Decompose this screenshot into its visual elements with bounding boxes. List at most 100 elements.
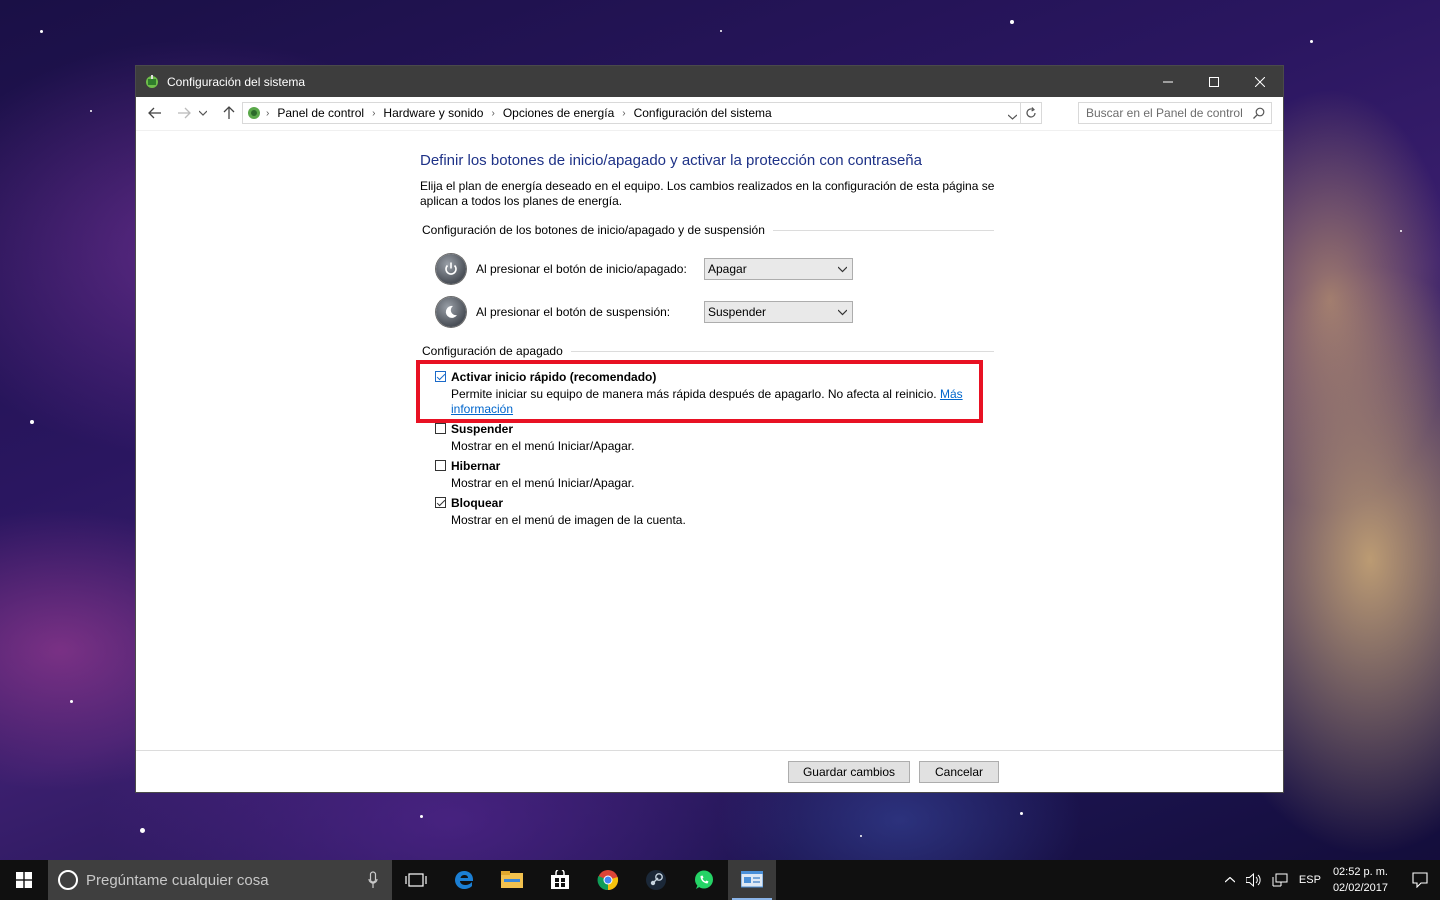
action-center-button[interactable] [1400, 860, 1440, 900]
star [1310, 40, 1313, 43]
breadcrumb-separator: › [372, 107, 376, 119]
section-shutdown: Configuración de apagado [422, 344, 994, 358]
star [860, 835, 862, 837]
steam-button[interactable] [632, 860, 680, 900]
breadcrumb-separator: › [266, 107, 270, 119]
steam-icon [646, 870, 666, 890]
cortana-icon [58, 870, 78, 890]
sleep-button-select[interactable]: Suspender [704, 301, 853, 323]
breadcrumb-power-options[interactable]: Opciones de energía [499, 106, 618, 120]
save-button[interactable]: Guardar cambios [788, 761, 910, 783]
star [1010, 20, 1014, 24]
task-view-icon [405, 873, 427, 887]
chrome-icon [597, 870, 619, 891]
refresh-button[interactable] [1020, 103, 1041, 123]
whatsapp-button[interactable] [680, 860, 728, 900]
edge-button[interactable] [440, 860, 488, 900]
system-tray: ESP 02:52 p. m. 02/02/2017 [1219, 860, 1440, 900]
chevron-down-icon [838, 266, 847, 273]
address-bar-row: › Panel de control › Hardware y sonido ›… [136, 97, 1283, 131]
power-button-row: Al presionar el botón de inicio/apagado:… [436, 254, 853, 284]
search-icon [1253, 107, 1265, 119]
section-shutdown-title: Configuración de apagado [422, 344, 563, 358]
clock[interactable]: 02:52 p. m. 02/02/2017 [1333, 864, 1388, 896]
lock-checkbox[interactable] [435, 497, 446, 508]
back-button[interactable] [143, 101, 167, 125]
address-bar[interactable]: › Panel de control › Hardware y sonido ›… [242, 102, 1042, 124]
star [30, 420, 34, 424]
hibernate-checkbox[interactable] [435, 460, 446, 471]
star [90, 110, 92, 112]
divider [570, 350, 994, 352]
sleep-option-title: Suspender [451, 422, 514, 436]
language-indicator[interactable]: ESP [1293, 874, 1327, 886]
taskbar: Pregúntame cualquier cosa ESP 02:52 p. m… [0, 860, 1440, 900]
maximize-icon [1209, 76, 1219, 87]
power-options-icon [146, 74, 158, 88]
arrow-left-icon [148, 107, 161, 119]
star [1400, 230, 1402, 232]
star [40, 30, 43, 33]
start-button[interactable] [0, 860, 48, 900]
maximize-button[interactable] [1191, 66, 1237, 97]
arrow-right-icon [178, 107, 191, 119]
clock-time: 02:52 p. m. [1332, 866, 1388, 878]
breadcrumb-control-panel[interactable]: Panel de control [273, 106, 368, 120]
address-dropdown-button[interactable] [1007, 109, 1018, 123]
chrome-button[interactable] [584, 860, 632, 900]
title-bar[interactable]: Configuración del sistema [136, 66, 1283, 97]
highlight-box [416, 360, 983, 423]
chevron-down-icon [1007, 114, 1018, 120]
show-hidden-icons-button[interactable] [1219, 877, 1241, 883]
store-button[interactable] [536, 860, 584, 900]
power-button-select[interactable]: Apagar [704, 258, 853, 280]
close-button[interactable] [1237, 66, 1283, 97]
arrow-up-icon [223, 106, 235, 119]
task-view-button[interactable] [392, 860, 440, 900]
page-description: Elija el plan de energía deseado en el e… [420, 179, 995, 208]
breadcrumb-system-settings[interactable]: Configuración del sistema [630, 106, 776, 120]
cortana-search-box[interactable]: Pregúntame cualquier cosa [48, 860, 392, 900]
lock-option-description: Mostrar en el menú de imagen de la cuent… [451, 513, 686, 527]
up-button[interactable] [217, 101, 241, 125]
sleep-button-value: Suspender [708, 305, 767, 319]
lock-option-title: Bloquear [451, 496, 504, 510]
network-button[interactable] [1267, 873, 1293, 887]
volume-button[interactable] [1241, 873, 1267, 887]
cancel-button[interactable]: Cancelar [919, 761, 999, 783]
forward-button[interactable] [172, 101, 196, 125]
network-icon [1272, 873, 1288, 887]
windows-icon [16, 872, 32, 888]
clock-date: 02/02/2017 [1332, 882, 1388, 894]
refresh-icon [1026, 107, 1036, 118]
control-panel-taskbar-button[interactable] [728, 860, 776, 900]
breadcrumb-hardware-sound[interactable]: Hardware y sonido [379, 106, 487, 120]
control-panel-icon [741, 871, 763, 888]
speaker-icon [1245, 873, 1261, 887]
microphone-icon [368, 871, 378, 888]
sleep-checkbox[interactable] [435, 423, 446, 434]
sleep-button-label: Al presionar el botón de suspensión: [476, 305, 671, 319]
window-title: Configuración del sistema [167, 74, 306, 89]
star [70, 700, 73, 703]
section-buttons: Configuración de los botones de inicio/a… [422, 223, 994, 237]
star [1020, 812, 1023, 815]
star [420, 815, 423, 818]
cortana-placeholder: Pregúntame cualquier cosa [86, 871, 269, 889]
section-buttons-title: Configuración de los botones de inicio/a… [422, 223, 765, 237]
search-input[interactable]: Buscar en el Panel de control [1078, 102, 1272, 124]
recent-locations-button[interactable] [196, 101, 210, 125]
search-placeholder: Buscar en el Panel de control [1086, 106, 1243, 120]
file-explorer-button[interactable] [488, 860, 536, 900]
chevron-up-icon [1224, 877, 1235, 883]
close-icon [1255, 76, 1265, 87]
breadcrumb-separator: › [622, 107, 626, 119]
star [140, 828, 145, 833]
edge-icon [455, 871, 474, 889]
minimize-button[interactable] [1145, 66, 1191, 97]
control-panel-icon [248, 107, 260, 119]
hibernate-option-description: Mostrar en el menú Iniciar/Apagar. [451, 476, 635, 490]
star [720, 30, 722, 32]
sleep-icon [436, 297, 466, 327]
whatsapp-icon [695, 870, 713, 889]
